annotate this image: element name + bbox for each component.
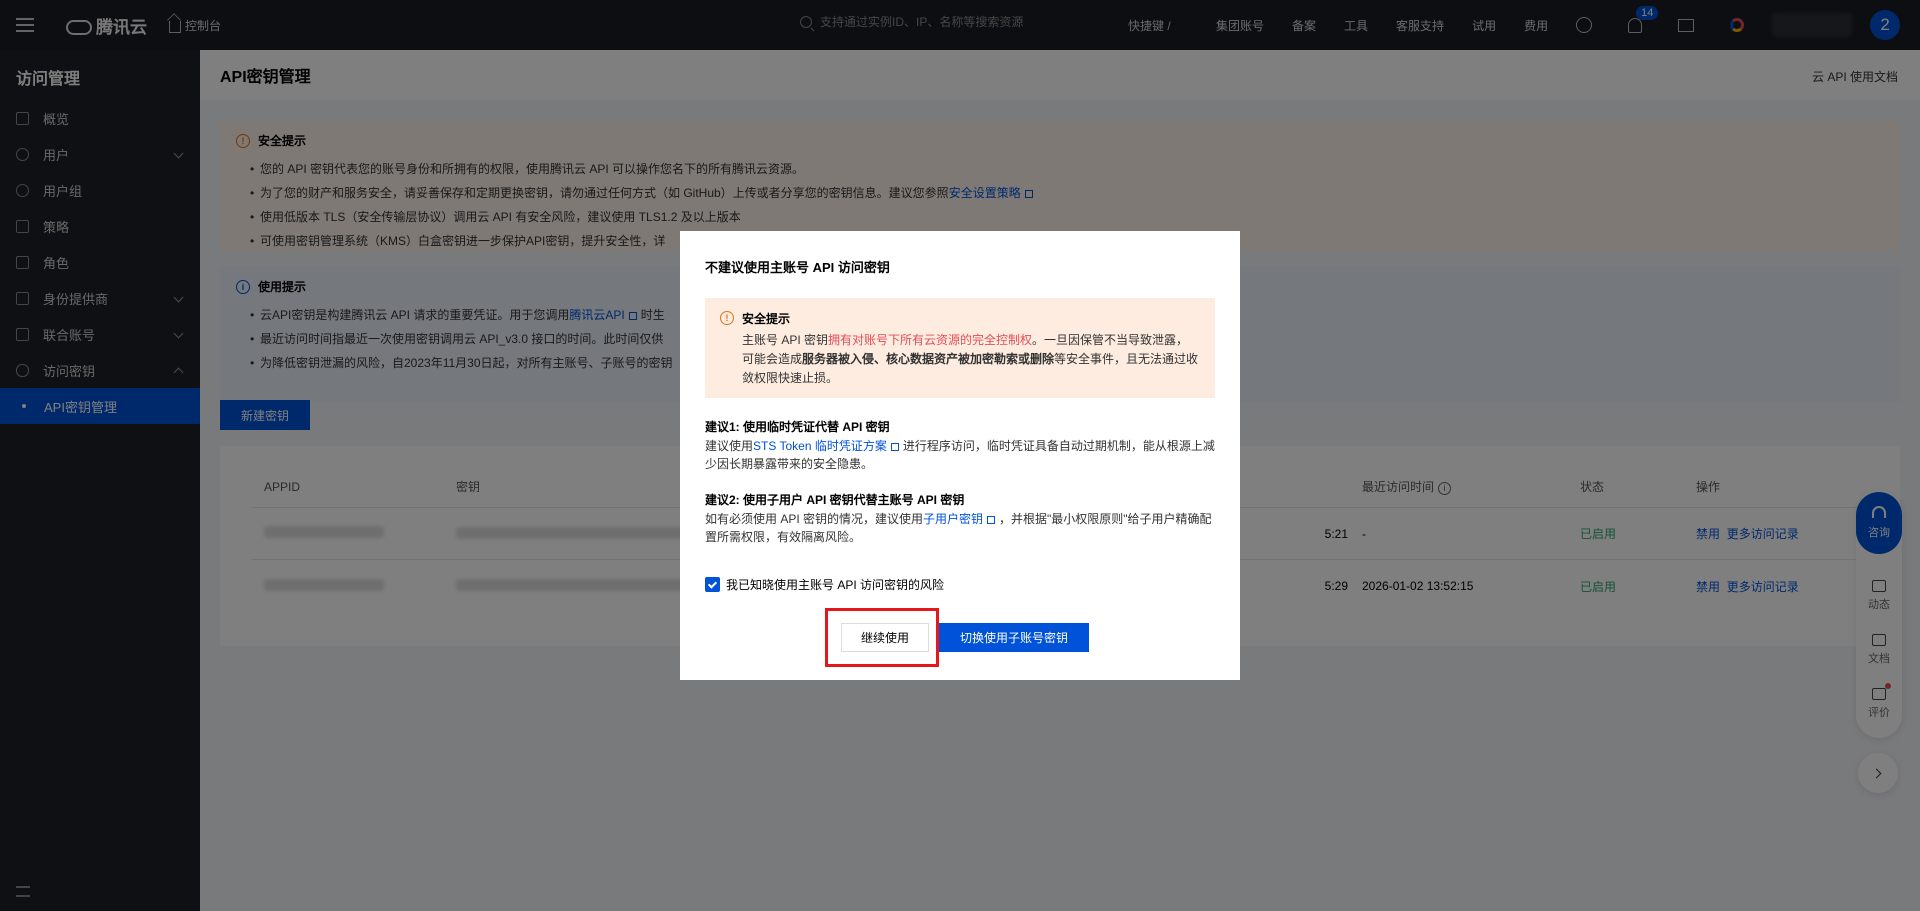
suggestion-2-text: 如有必须使用 API 密钥的情况，建议使用子用户密钥 ，并根据"最小权限原则"给子… [705,512,1212,544]
continue-button[interactable]: 继续使用 [825,608,939,667]
dialog-warning-title: 安全提示 [742,312,791,326]
dialog-security-warning: ! 安全提示 主账号 API 密钥拥有对账号下所有云资源的完全控制权。一旦因保管… [705,298,1215,398]
suggestion-1-text: 建议使用STS Token 临时凭证方案 进行程序访问，临时凭证具备自动过期机制，… [705,439,1215,471]
external-link-icon [987,515,996,524]
external-link-icon [890,442,899,451]
dialog-warning-text: 主账号 API 密钥拥有对账号下所有云资源的完全控制权。一旦因保管不当导致泄露，… [742,333,1199,385]
warning-icon: ! [720,311,734,325]
risk-acknowledge-label: 我已知晓使用主账号 API 访问密钥的风险 [726,578,945,592]
suggestion-2: 建议2: 使用子用户 API 密钥代替主账号 API 密钥 如有必须使用 API… [705,491,1215,546]
suggestion-1-title: 建议1: 使用临时凭证代替 API 密钥 [705,420,890,434]
sub-user-key-link[interactable]: 子用户密钥 [923,512,983,526]
risk-acknowledge-checkbox[interactable]: 我已知晓使用主账号 API 访问密钥的风险 [705,576,1215,593]
sts-token-link[interactable]: STS Token 临时凭证方案 [753,439,887,453]
dialog-actions: 继续使用 切换使用子账号密钥 [680,608,1240,667]
highlight-annotation-box [825,608,939,667]
suggestion-1: 建议1: 使用临时凭证代替 API 密钥 建议使用STS Token 临时凭证方… [705,418,1215,473]
root-key-warning-dialog: 不建议使用主账号 API 访问密钥 ! 安全提示 主账号 API 密钥拥有对账号… [680,231,1240,680]
checkbox-checked-icon[interactable] [705,577,720,592]
suggestion-2-title: 建议2: 使用子用户 API 密钥代替主账号 API 密钥 [705,493,965,507]
switch-to-sub-account-key-button[interactable]: 切换使用子账号密钥 [939,623,1089,652]
dialog-title: 不建议使用主账号 API 访问密钥 [705,260,890,275]
